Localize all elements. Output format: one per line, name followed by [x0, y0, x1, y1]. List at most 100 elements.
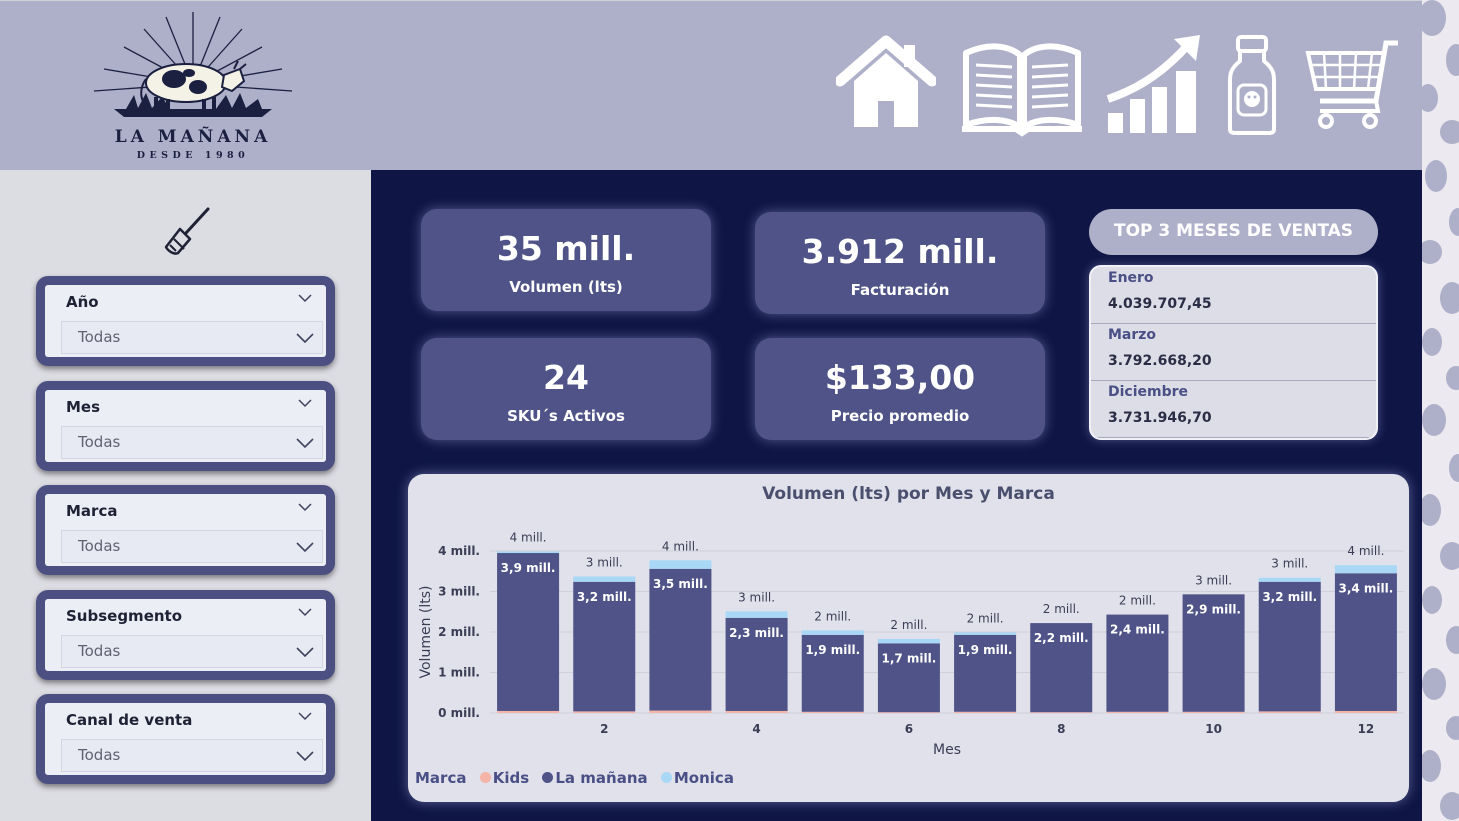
chevron-down-icon	[296, 542, 314, 553]
chevron-down-icon	[296, 647, 314, 658]
bar-total-label: 3 mill.	[1271, 557, 1308, 571]
filter-label: Marca	[66, 502, 118, 520]
chevron-down-icon[interactable]	[298, 709, 312, 723]
top3-table: Enero 4.039.707,45 Marzo 3.792.668,20 Di…	[1089, 265, 1378, 440]
filter-value: Todas	[78, 433, 121, 451]
bar-segment-kids	[649, 710, 712, 713]
bar-segment-kids	[497, 710, 560, 713]
bar-value-label: 1,7 mill.	[881, 651, 936, 665]
top3-row: Marzo 3.792.668,20	[1091, 324, 1376, 381]
filter-dropdown[interactable]: Todas	[61, 426, 323, 459]
bar-segment-kids	[573, 711, 636, 713]
bar-total-label: 2 mill.	[1119, 594, 1156, 608]
bar-value-label: 2,3 mill.	[729, 626, 784, 640]
bar-segment-monica	[573, 576, 636, 582]
y-tick-label: 2 mill.	[438, 625, 480, 639]
bar-segment-kids	[1258, 711, 1321, 713]
filter-anio: Año Todas	[36, 276, 335, 366]
bar-value-label: 2,4 mill.	[1110, 623, 1165, 637]
top3-value: 4.039.707,45	[1108, 296, 1212, 312]
chevron-down-icon[interactable]	[298, 605, 312, 619]
bar-value-label: 3,2 mill.	[577, 590, 632, 604]
bar-segment-kids	[725, 710, 788, 713]
bar-total-label: 2 mill.	[967, 611, 1004, 625]
bar-value-label: 3,5 mill.	[653, 577, 708, 591]
home-icon[interactable]	[834, 31, 938, 139]
top3-value: 3.731.946,70	[1108, 410, 1212, 426]
bar-segment-kids	[1334, 710, 1397, 713]
x-tick-label: 4	[752, 722, 760, 736]
brand-logo: LA MAÑANA DESDE 1980	[86, 9, 300, 164]
bar-total-label: 3 mill.	[738, 590, 775, 604]
bar-segment-monica	[801, 630, 864, 635]
bar-segment-kids	[801, 711, 864, 713]
filter-mes: Mes Todas	[36, 381, 335, 471]
y-axis-label: Volumen (lts)	[418, 586, 434, 679]
bar-value-label: 3,4 mill.	[1338, 581, 1393, 595]
filter-value: Todas	[78, 537, 121, 555]
bar-value-label: 3,9 mill.	[501, 561, 556, 575]
kpi-value: $133,00	[824, 358, 976, 397]
x-tick-label: 8	[1057, 722, 1065, 736]
filter-dropdown[interactable]: Todas	[61, 739, 323, 772]
chevron-down-icon	[296, 751, 314, 762]
filter-dropdown[interactable]: Todas	[61, 635, 323, 668]
x-axis-label: Mes	[933, 742, 961, 758]
filter-dropdown[interactable]: Todas	[61, 321, 323, 354]
legend-la-manana-label: La mañana	[555, 768, 648, 787]
top3-row: Enero 4.039.707,45	[1091, 267, 1376, 324]
bar-total-label: 4 mill.	[662, 539, 699, 553]
cow-logo-icon	[93, 12, 293, 117]
broom-icon[interactable]	[160, 205, 214, 259]
brand-name: LA MAÑANA	[114, 127, 272, 147]
volume-bar-chart: 0 mill. 1 mill. 2 mill. 3 mill. 4 mill. Volum…	[418, 530, 1404, 758]
bar-total-label: 2 mill.	[814, 609, 851, 623]
filter-value: Todas	[78, 746, 121, 764]
growth-chart-icon[interactable]	[1104, 31, 1204, 139]
x-tick-label: 6	[905, 722, 913, 736]
top3-row: Diciembre 3.731.946,70	[1091, 381, 1376, 438]
kpi-card-precio: $133,00 Precio promedio	[755, 338, 1045, 440]
bar-segment-lamaana	[497, 553, 560, 711]
bar-value-label: 1,9 mill.	[958, 643, 1013, 657]
kpi-value: 24	[543, 358, 589, 397]
legend-kids-swatch	[479, 772, 491, 783]
filter-label: Mes	[66, 398, 101, 416]
top3-month: Marzo	[1108, 327, 1157, 343]
milk-bottle-icon[interactable]	[1226, 31, 1278, 139]
bar-value-label: 2,9 mill.	[1186, 602, 1241, 616]
chevron-down-icon	[296, 438, 314, 449]
chevron-down-icon[interactable]	[298, 396, 312, 410]
bar-segment-kids	[954, 711, 1017, 713]
filter-dropdown[interactable]: Todas	[61, 530, 323, 563]
brand-tagline: DESDE 1980	[136, 150, 250, 161]
top3-month: Diciembre	[1108, 384, 1189, 400]
chevron-down-icon[interactable]	[298, 500, 312, 514]
book-icon[interactable]	[958, 31, 1086, 139]
filter-canal-de-venta: Canal de venta Todas	[36, 694, 335, 784]
kpi-card-volumen: 35 mill. Volumen (lts)	[421, 209, 711, 311]
kpi-card-facturacion: 3.912 mill. Facturación	[755, 212, 1045, 314]
filter-marca: Marca Todas	[36, 485, 335, 575]
kpi-label: Facturación	[850, 281, 950, 299]
bar-total-label: 4 mill.	[510, 530, 547, 544]
chevron-down-icon[interactable]	[298, 291, 312, 305]
kpi-label: Volumen (lts)	[509, 278, 623, 296]
shopping-cart-icon[interactable]	[1302, 31, 1402, 139]
chart-legend: Marca Kids La mañana Monica	[415, 768, 734, 787]
filter-subsegmento: Subsegmento Todas	[36, 590, 335, 680]
kpi-label: Precio promedio	[830, 407, 970, 425]
bar-total-label: 4 mill.	[1347, 544, 1384, 558]
bar-segment-kids	[1030, 712, 1093, 713]
top3-title: TOP 3 MESES DE VENTAS	[1089, 209, 1378, 255]
bar-total-label: 2 mill.	[890, 618, 927, 632]
filter-label: Año	[66, 293, 99, 311]
bar-total-label: 3 mill.	[1195, 573, 1232, 587]
legend-kids-label: Kids	[492, 768, 530, 787]
y-tick-label: 3 mill.	[438, 585, 480, 599]
filter-label: Subsegmento	[66, 607, 183, 625]
bar-value-label: 1,9 mill.	[805, 643, 860, 657]
bar-segment-monica	[497, 551, 560, 554]
top3-month: Enero	[1108, 270, 1154, 286]
legend-la-manana-swatch	[542, 772, 554, 783]
